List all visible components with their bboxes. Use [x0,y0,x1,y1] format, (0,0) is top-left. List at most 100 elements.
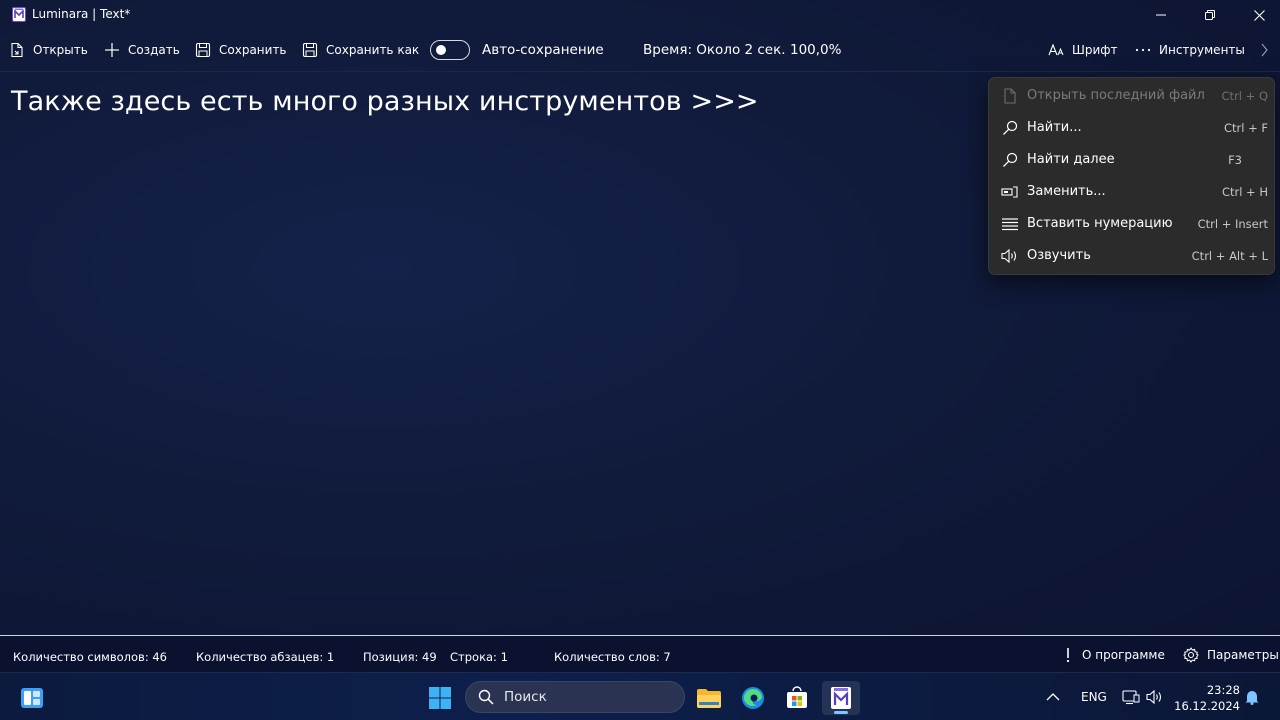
menu-item-label: Озвучить [1027,248,1091,263]
toggle-knob [436,45,446,55]
file-icon [1001,88,1019,104]
bell-icon [1245,691,1259,705]
file-explorer-button[interactable] [690,681,728,715]
show-hidden-icons-button[interactable] [1046,681,1060,713]
line-number: Строка: 1 [450,650,508,664]
menu-item-label: Открыть последний файл [1027,88,1205,103]
menu-item-shortcut: Ctrl + Alt + L [1191,249,1268,263]
time-indicator: Время: Около 2 сек. [643,32,786,68]
language-indicator[interactable]: ENG [1081,681,1107,713]
menu-item-open-recent[interactable]: Открыть последний файл Ctrl + Q [993,80,1272,112]
save-as-label: Сохранить как [326,43,420,57]
folder-icon [697,689,721,708]
start-button[interactable] [421,681,459,715]
minimize-button[interactable] [1138,0,1184,30]
menu-item-insert-numbering[interactable]: Вставить нумерацию Ctrl + Insert [993,208,1272,240]
zoom-label: 100,0% [790,42,842,58]
menu-item-label: Найти... [1027,120,1082,135]
replace-icon [1001,184,1019,200]
search-icon [478,689,494,705]
store-button[interactable] [778,681,816,715]
close-icon [1253,9,1265,21]
settings-button[interactable]: Параметры [1183,644,1279,666]
speaker-icon [1001,248,1019,264]
open-label: Открыть [33,43,88,57]
create-label: Создать [128,43,180,57]
gear-icon [1183,647,1199,663]
exclamation-icon [1066,648,1070,663]
system-clock[interactable]: 23:28 16.12.2024 [1170,682,1240,714]
restore-button[interactable] [1187,0,1233,30]
list-icon [1001,216,1019,232]
toolbar: Открыть Создать Сохранить Сохранить как … [0,32,1280,70]
search-label: Поиск [504,689,547,705]
notifications-button[interactable] [1244,681,1260,713]
restore-icon [1205,10,1215,20]
edge-icon [742,687,764,709]
network-button[interactable] [1122,681,1140,713]
plus-icon [105,43,119,57]
taskbar-search[interactable]: Поиск [465,681,685,713]
status-bar: Количество символов: 46 Количество абзац… [0,635,1280,672]
network-icon [1122,690,1140,705]
toolbar-divider [0,71,1280,72]
store-icon [787,686,807,708]
widgets-icon [21,688,43,708]
menu-item-shortcut: Ctrl + F [1223,121,1268,135]
taskbar: Поиск ENG 23:28 16.12.2024 [0,672,1280,720]
zoom-indicator: 100,0% [790,32,841,68]
open-file-icon [11,42,23,58]
save-label: Сохранить [219,43,287,57]
luminara-icon [831,687,851,709]
about-label: О программе [1082,648,1165,662]
clock-time: 23:28 [1206,683,1240,697]
save-as-button[interactable]: Сохранить как [302,32,419,68]
word-count: Количество слов: 7 [554,650,671,664]
toolbar-scroll-right-button[interactable] [1259,32,1277,68]
menu-item-replace[interactable]: Заменить... Ctrl + H [993,176,1272,208]
search-icon [1001,152,1019,168]
font-icon [1048,43,1064,56]
autosave-toggle[interactable]: Авто-сохранение [430,32,604,68]
menu-item-speak[interactable]: Озвучить Ctrl + Alt + L [993,240,1272,272]
search-icon [1001,120,1019,136]
title-bar: Luminara | Text* [0,0,1280,30]
tools-label: Инструменты [1159,43,1245,57]
clock-date: 16.12.2024 [1174,699,1240,713]
menu-item-shortcut: F3 [1228,153,1242,167]
paragraph-count: Количество абзацев: 1 [196,650,335,664]
about-button[interactable]: О программе [1062,644,1165,666]
menu-item-label: Вставить нумерацию [1027,216,1173,231]
save-button[interactable]: Сохранить [195,32,287,68]
language-label: ENG [1081,690,1107,704]
tools-menu: Открыть последний файл Ctrl + Q Найти...… [988,77,1275,275]
autosave-label: Авто-сохранение [482,42,604,58]
chevron-right-icon [1261,43,1268,57]
widgets-button[interactable] [13,681,51,715]
save-as-icon [302,42,318,58]
active-app-indicator [834,711,848,714]
close-button[interactable] [1236,0,1280,30]
cursor-position: Позиция: 49 [363,650,437,664]
save-icon [195,42,211,58]
font-button[interactable]: Шрифт [1048,32,1118,68]
volume-icon [1146,689,1162,705]
settings-label: Параметры [1207,648,1279,662]
editor-text-area[interactable]: Также здесь есть много разных инструмент… [11,86,759,117]
tools-button[interactable]: Инструменты [1135,32,1245,68]
app-window: Luminara | Text* Открыть Создать Сохрани… [0,0,1280,672]
create-button[interactable]: Создать [104,32,180,68]
edge-browser-button[interactable] [734,681,772,715]
autosave-switch[interactable] [430,40,470,60]
luminara-taskbar-button[interactable] [822,681,860,715]
time-label: Время: Около 2 сек. [643,42,786,58]
menu-item-find[interactable]: Найти... Ctrl + F [993,112,1272,144]
menu-item-shortcut: Ctrl + Insert [1197,217,1268,231]
volume-button[interactable] [1146,681,1164,713]
app-logo-icon [12,7,26,22]
open-button[interactable]: Открыть [9,32,88,68]
char-count: Количество символов: 46 [13,650,167,664]
more-dots-icon [1135,48,1151,52]
menu-item-find-next[interactable]: Найти далее F3 [993,144,1272,176]
font-label: Шрифт [1072,43,1118,57]
